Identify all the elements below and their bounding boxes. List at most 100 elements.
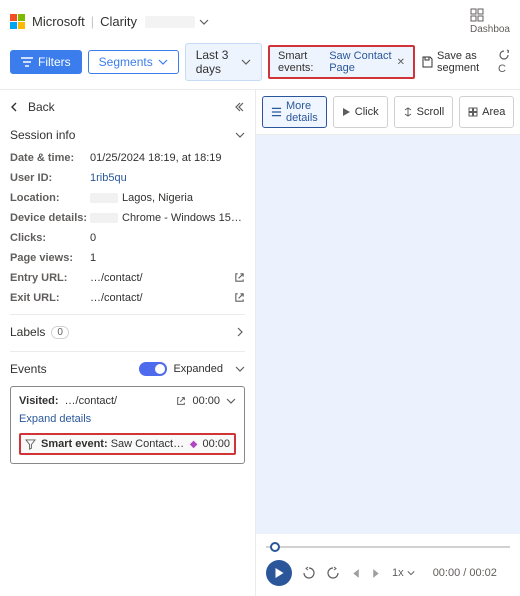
player-toolbar: More details Click Scroll Area — [256, 90, 520, 135]
workspace-selector[interactable] — [145, 16, 209, 28]
dashboard-label: Dashboa — [470, 24, 510, 35]
labels-count: 0 — [51, 326, 69, 339]
session-panel: Back Session info Date & time: 01/25/202… — [0, 90, 255, 596]
visited-time: 00:00 — [192, 395, 220, 407]
click-label: Click — [355, 106, 379, 118]
expand-details-link[interactable]: Expand details — [19, 407, 236, 433]
chevron-down-icon — [235, 364, 245, 374]
session-info-title: Session info — [10, 128, 75, 142]
event-visited[interactable]: Visited: …/contact/ 00:00 — [19, 395, 236, 407]
brand-microsoft: Microsoft — [32, 14, 85, 29]
list-icon — [271, 107, 282, 117]
row-exit-url: Exit URL: …/contact/ — [10, 288, 245, 308]
row-device: Device details: Chrome - Windows 15… — [10, 208, 245, 228]
timeline-thumb[interactable] — [270, 542, 280, 552]
chevron-down-icon[interactable] — [226, 396, 236, 406]
copy-label: C — [498, 63, 506, 75]
playback-speed[interactable]: 1x — [392, 567, 415, 579]
userid-value[interactable]: 1rib5qu — [90, 172, 245, 184]
row-userid: User ID: 1rib5qu — [10, 168, 245, 188]
filter-icon — [21, 57, 33, 67]
external-link-icon[interactable] — [234, 292, 245, 304]
tag-icon: ◆ — [190, 439, 198, 450]
visited-label: Visited: — [19, 395, 59, 407]
device-value: Chrome - Windows 15… — [90, 212, 245, 224]
save-icon — [421, 56, 433, 68]
more-details-label: More details — [286, 100, 318, 124]
date-range-label: Last 3 days — [196, 48, 236, 76]
area-heatmap-button[interactable]: Area — [459, 96, 514, 128]
chevron-down-icon — [199, 17, 209, 27]
prev-button[interactable] — [350, 568, 361, 579]
chevron-down-icon — [158, 57, 168, 67]
app-header: Microsoft | Clarity Dashboa — [0, 0, 520, 39]
external-link-icon[interactable] — [176, 396, 186, 406]
row-pageviews: Page views: 1 — [10, 248, 245, 268]
events-toggle-label: Expanded — [173, 363, 223, 375]
datetime-key: Date & time: — [10, 152, 90, 164]
entry-key: Entry URL: — [10, 272, 90, 284]
filter-toolbar: Filters Segments Last 3 days Smart event… — [0, 39, 520, 90]
exit-key: Exit URL: — [10, 292, 90, 304]
header-nav[interactable]: Dashboa — [470, 8, 510, 35]
row-entry-url: Entry URL: …/contact/ — [10, 268, 245, 288]
timeline-slider[interactable] — [266, 540, 510, 554]
funnel-icon — [25, 439, 36, 450]
visited-url: …/contact/ — [65, 395, 118, 407]
collapse-icon[interactable] — [233, 101, 245, 113]
chevron-down-icon — [241, 57, 251, 67]
click-heatmap-button[interactable]: Click — [333, 96, 388, 128]
session-info-header[interactable]: Session info — [10, 122, 245, 148]
brand-clarity: Clarity — [100, 14, 137, 29]
brand: Microsoft | Clarity — [10, 14, 137, 30]
row-location: Location: Lagos, Nigeria — [10, 188, 245, 208]
clicks-value: 0 — [90, 232, 245, 244]
filters-label: Filters — [38, 55, 71, 69]
area-label: Area — [482, 106, 505, 118]
exit-value: …/contact/ — [90, 292, 234, 304]
events-toggle[interactable] — [139, 362, 167, 376]
chevron-down-icon — [235, 130, 245, 140]
grid-icon — [468, 107, 478, 117]
save-as-segment-button[interactable]: Save as segment — [421, 50, 488, 74]
event-smart-event[interactable]: Smart event: Saw Contact Pa… ◆ 00:00 — [19, 433, 236, 455]
copy-button[interactable]: C — [498, 49, 510, 75]
datetime-value: 01/25/2024 18:19, at 18:19 — [90, 152, 245, 164]
events-title: Events — [10, 362, 47, 376]
labels-title: Labels — [10, 325, 45, 339]
clicks-key: Clicks: — [10, 232, 90, 244]
segments-label: Segments — [99, 55, 153, 69]
play-icon — [342, 107, 351, 117]
chevron-left-icon — [10, 102, 20, 112]
chevron-right-icon — [235, 327, 245, 337]
brand-separator: | — [91, 14, 94, 29]
userid-key: User ID: — [10, 172, 90, 184]
date-range-button[interactable]: Last 3 days — [185, 43, 262, 81]
smart-event-text: Smart event: Saw Contact Pa… — [41, 438, 185, 450]
events-header: Events Expanded — [10, 351, 245, 382]
scroll-label: Scroll — [417, 106, 445, 118]
player-controls: 1x 00:00 / 00:02 — [256, 534, 520, 596]
close-icon[interactable]: ✕ — [397, 57, 405, 68]
scroll-heatmap-button[interactable]: Scroll — [394, 96, 454, 128]
microsoft-logo-icon — [10, 14, 26, 30]
playback-time: 00:00 / 00:02 — [433, 567, 497, 579]
next-button[interactable] — [371, 568, 382, 579]
labels-section[interactable]: Labels 0 — [10, 314, 245, 349]
filter-chip-smart-events[interactable]: Smart events: Saw Contact Page ✕ — [268, 45, 415, 79]
external-link-icon[interactable] — [234, 272, 245, 284]
scroll-icon — [403, 107, 413, 117]
playback-panel: More details Click Scroll Area — [255, 90, 520, 596]
play-button[interactable] — [266, 560, 292, 586]
filters-button[interactable]: Filters — [10, 50, 82, 74]
save-segment-label: Save as segment — [437, 50, 488, 74]
skip-forward-10-button[interactable] — [326, 566, 340, 580]
chip-label: Smart events: — [278, 50, 325, 74]
recording-viewport[interactable] — [256, 135, 520, 534]
back-button[interactable]: Back — [10, 96, 245, 122]
row-clicks: Clicks: 0 — [10, 228, 245, 248]
more-details-button[interactable]: More details — [262, 96, 327, 128]
events-list: Visited: …/contact/ 00:00 Expand details… — [10, 386, 245, 464]
segments-button[interactable]: Segments — [88, 50, 179, 74]
skip-back-10-button[interactable] — [302, 566, 316, 580]
